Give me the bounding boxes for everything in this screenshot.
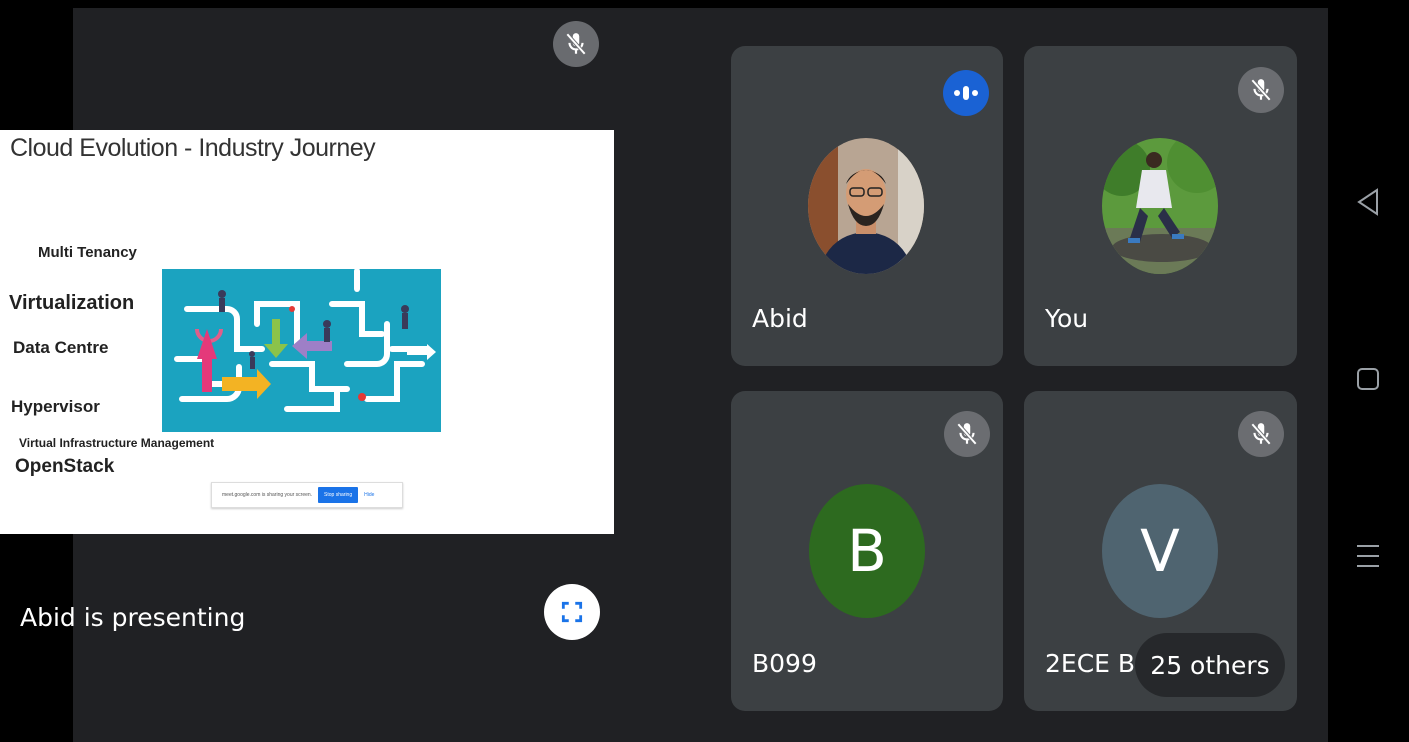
others-count-button[interactable]: 25 others: [1135, 633, 1285, 697]
muted-mic-icon: [1238, 411, 1284, 457]
muted-mic-icon: [944, 411, 990, 457]
shared-slide: Cloud Evolution - Industry Journey Multi…: [0, 130, 614, 534]
back-button[interactable]: [1350, 184, 1386, 220]
recents-menu-icon: [1357, 545, 1379, 567]
avatar-abid: [808, 138, 924, 274]
slide-title: Cloud Evolution - Industry Journey: [10, 134, 376, 162]
screen-share-notification: meet.google.com is sharing your screen. …: [211, 482, 403, 508]
slide-item-multi-tenancy: Multi Tenancy: [38, 244, 137, 261]
slide-item-data-centre: Data Centre: [13, 338, 109, 357]
presenter-label: Abid is presenting: [20, 603, 246, 632]
recents-button[interactable]: [1350, 538, 1386, 574]
slide-item-virtualization: Virtualization: [9, 292, 135, 314]
participant-tile-b099[interactable]: B B099: [731, 391, 1003, 711]
avatar-b099: B: [809, 484, 925, 618]
presenter-muted-mic-icon: [553, 21, 599, 67]
stop-sharing-button: Stop sharing: [318, 487, 359, 503]
muted-mic-icon: [1238, 67, 1284, 113]
participant-name-you: You: [1045, 304, 1089, 333]
fullscreen-button[interactable]: [544, 584, 600, 640]
home-square-icon: [1357, 368, 1379, 390]
back-triangle-icon: [1357, 188, 1378, 216]
participant-name-b099: B099: [752, 649, 817, 678]
participant-tile-you[interactable]: You: [1024, 46, 1297, 366]
slide-item-hypervisor: Hypervisor: [11, 397, 100, 416]
avatar-you: [1102, 138, 1218, 274]
share-notice-text: meet.google.com is sharing your screen.: [222, 492, 313, 498]
maze-illustration: [162, 269, 441, 432]
home-button[interactable]: [1350, 361, 1386, 397]
slide-item-vim: Virtual Infrastructure Management: [19, 436, 215, 450]
avatar-2ece: V: [1102, 484, 1218, 618]
hide-link: Hide: [364, 492, 375, 498]
fullscreen-icon: [561, 601, 583, 623]
slide-item-openstack: OpenStack: [15, 456, 115, 477]
speaking-indicator-icon: [943, 70, 989, 116]
participant-name-abid: Abid: [752, 304, 808, 333]
participant-tile-abid[interactable]: Abid: [731, 46, 1003, 366]
